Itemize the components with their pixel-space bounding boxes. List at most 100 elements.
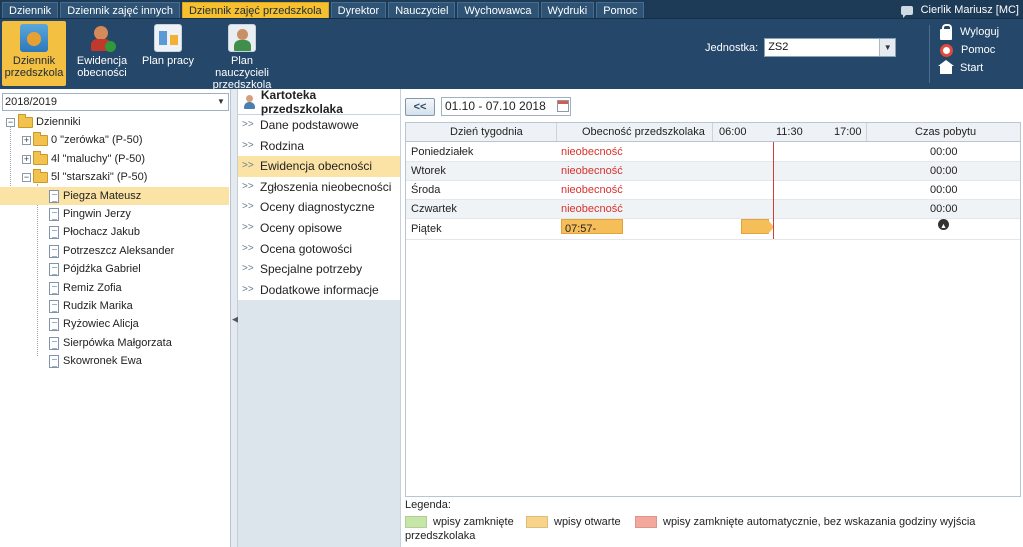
chevron-down-icon[interactable]: ▼ (879, 39, 896, 56)
table-header: Dzień tygodnia Obecność przedszkolaka 06… (406, 123, 1020, 142)
document-icon (49, 207, 59, 221)
legend-item-auto-closed-continuation: przedszkolaka (405, 530, 476, 542)
legend-title: Legenda: (405, 499, 451, 511)
week-date-field[interactable]: 01.10 - 07.10 2018 (441, 97, 571, 116)
document-icon (49, 336, 59, 350)
toolbar-ewidencja-obecnosci[interactable]: Ewidencja obecności (72, 21, 132, 86)
tree-child[interactable]: Ryżowiec Alicja (0, 315, 229, 333)
previous-week-button[interactable]: << (405, 97, 435, 116)
folder-icon (33, 150, 48, 165)
folder-icon (33, 132, 48, 147)
tree-panel: 2018/2019 ▼ − Dzienniki + 0 "zerówka" (P… (0, 89, 231, 547)
header-presence: Obecność przedszkolaka (582, 126, 705, 138)
table-row[interactable]: Poniedziałek nieobecność 00:00 (406, 143, 1020, 162)
tree-child[interactable]: Remiz Zofia (0, 279, 229, 297)
tree-child[interactable]: Pójdźka Gabriel (0, 260, 229, 278)
toolbar: Dziennik przedszkola Ewidencja obecności… (0, 19, 1023, 91)
tab-wydruki[interactable]: Wydruki (540, 2, 595, 18)
tree-child[interactable]: Potrzeszcz Aleksander (0, 242, 229, 260)
collapse-icon[interactable]: − (6, 118, 15, 127)
tree-child[interactable]: Piegza Mateusz (0, 186, 229, 205)
tree-root[interactable]: − Dzienniki (0, 113, 229, 131)
help-link[interactable]: Pomoc (940, 41, 999, 59)
tree-child[interactable]: Płochacz Jakub (0, 223, 229, 241)
teacher-plan-icon (228, 24, 256, 52)
tree-group[interactable]: − 5l "starszaki" (P-50) (0, 168, 229, 186)
tree-child[interactable]: Rudzik Marika (0, 297, 229, 315)
header-time-3: 17:00 (834, 126, 862, 138)
toolbar-label: Plan pracy (142, 55, 194, 67)
start-link[interactable]: Start (938, 59, 999, 77)
legend-item-auto-closed: wpisy zamknięte automatycznie, bez wskaz… (635, 516, 975, 528)
panel-splitter[interactable]: ◀ (231, 89, 239, 547)
collapse-icon[interactable]: − (22, 173, 31, 183)
toolbar-dziennik-przedszkola[interactable]: Dziennik przedszkola (2, 21, 66, 86)
unit-select[interactable]: ZS2 ▼ (764, 38, 897, 57)
tab-nauczyciel[interactable]: Nauczyciel (388, 2, 456, 18)
menu-item-oceny-opisowe[interactable]: >> Oceny opisowe (238, 218, 400, 239)
user-name[interactable]: Cierlik Mariusz [MC] (921, 2, 1019, 18)
calendar-icon[interactable] (557, 100, 569, 112)
document-icon (49, 355, 59, 369)
open-entry-bar[interactable]: 07:57- (561, 219, 623, 235)
menu-item-dodatkowe-informacje[interactable]: >> Dodatkowe informacje (238, 280, 400, 301)
table-row[interactable]: Środa nieobecność 00:00 (406, 181, 1020, 200)
top-nav: Dziennik Dziennik zajęć innych Dziennik … (0, 0, 1023, 19)
expand-icon[interactable]: + (22, 154, 31, 164)
person-icon (243, 94, 256, 109)
tab-wychowawca[interactable]: Wychowawca (457, 2, 539, 18)
user-area: Cierlik Mariusz [MC] (900, 2, 1019, 18)
unit-label: Jednostka: (705, 41, 759, 54)
tab-dziennik-zajec-przedszkola[interactable]: Dziennik zajęć przedszkola (181, 2, 329, 18)
legend-item-closed: wpisy zamknięte (405, 516, 514, 528)
document-icon (49, 318, 59, 332)
record-menu-header: Kartoteka przedszkolaka (238, 88, 400, 116)
tree-group[interactable]: + 4l "maluchy" (P-50) (0, 150, 229, 168)
expand-icon[interactable]: + (22, 136, 31, 146)
tree-child[interactable]: Pingwin Jerzy (0, 205, 229, 223)
menu-item-ewidencja-obecnosci[interactable]: >> Ewidencja obecności (238, 156, 400, 177)
legend: Legenda: wpisy zamknięte wpisy otwarte w… (405, 497, 975, 542)
toolbar-label: Plan nauczycieli przedszkola (212, 55, 272, 91)
open-entry-timeline-bar[interactable] (741, 219, 774, 234)
menu-item-specjalne-potrzeby[interactable]: >> Specjalne potrzeby (238, 259, 400, 280)
tab-dziennik-zajec-innych[interactable]: Dziennik zajęć innych (60, 2, 180, 18)
chevron-right-icon: >> (242, 139, 254, 151)
menu-item-ocena-gotowosci[interactable]: >> Ocena gotowości (238, 239, 400, 260)
tree-child[interactable]: Sierpówka Małgorzata (0, 334, 229, 352)
table-row[interactable]: Piątek 07:57- (406, 218, 1020, 240)
document-icon (49, 226, 59, 240)
attendance-view: << 01.10 - 07.10 2018 Dzień tygodnia Obe… (400, 89, 1023, 547)
tree-child[interactable]: Skowronek Ewa (0, 352, 229, 370)
header-time-1: 06:00 (719, 126, 747, 138)
tab-pomoc[interactable]: Pomoc (596, 2, 645, 18)
toolbar-plan-nauczycieli[interactable]: Plan nauczycieli przedszkola (204, 21, 280, 91)
record-menu: >> Dane podstawowe >> Rodzina >> Ewidencja … (238, 115, 400, 301)
table-row[interactable]: Czwartek nieobecność 00:00 (406, 200, 1020, 219)
current-time-line (773, 142, 774, 239)
table-row[interactable]: Wtorek nieobecność 00:00 (406, 162, 1020, 181)
divider (929, 25, 930, 83)
menu-item-oceny-diagnostyczne[interactable]: >> Oceny diagnostyczne (238, 197, 400, 218)
document-icon (49, 189, 59, 203)
week-navigation: << 01.10 - 07.10 2018 (405, 97, 571, 116)
year-select[interactable]: 2018/2019 ▼ (2, 93, 229, 111)
tab-dziennik[interactable]: Dziennik (2, 2, 59, 18)
toolbar-plan-pracy[interactable]: Plan pracy (140, 21, 196, 86)
toolbar-label: Dziennik przedszkola (4, 55, 64, 79)
menu-item-zgloszenia-nieobecnosci[interactable]: >> Zgłoszenia nieobecności (238, 177, 400, 198)
tree-group[interactable]: + 0 "zerówka" (P-50) (0, 131, 229, 149)
attendance-icon (88, 24, 116, 52)
menu-item-rodzina[interactable]: >> Rodzina (238, 136, 400, 157)
unit-selector: Jednostka: ZS2 ▼ (705, 38, 897, 57)
work-plan-icon (154, 24, 182, 52)
toolbar-label: Ewidencja obecności (76, 55, 128, 79)
document-icon (49, 299, 59, 313)
tab-dyrektor[interactable]: Dyrektor (330, 2, 387, 18)
message-icon[interactable] (900, 5, 913, 18)
logout-link[interactable]: Wyloguj (940, 23, 999, 41)
arrow-up-icon[interactable] (938, 218, 949, 236)
chevron-down-icon[interactable]: ▼ (214, 94, 228, 110)
menu-item-dane-podstawowe[interactable]: >> Dane podstawowe (238, 115, 400, 136)
header-time-2: 11:30 (776, 126, 803, 138)
